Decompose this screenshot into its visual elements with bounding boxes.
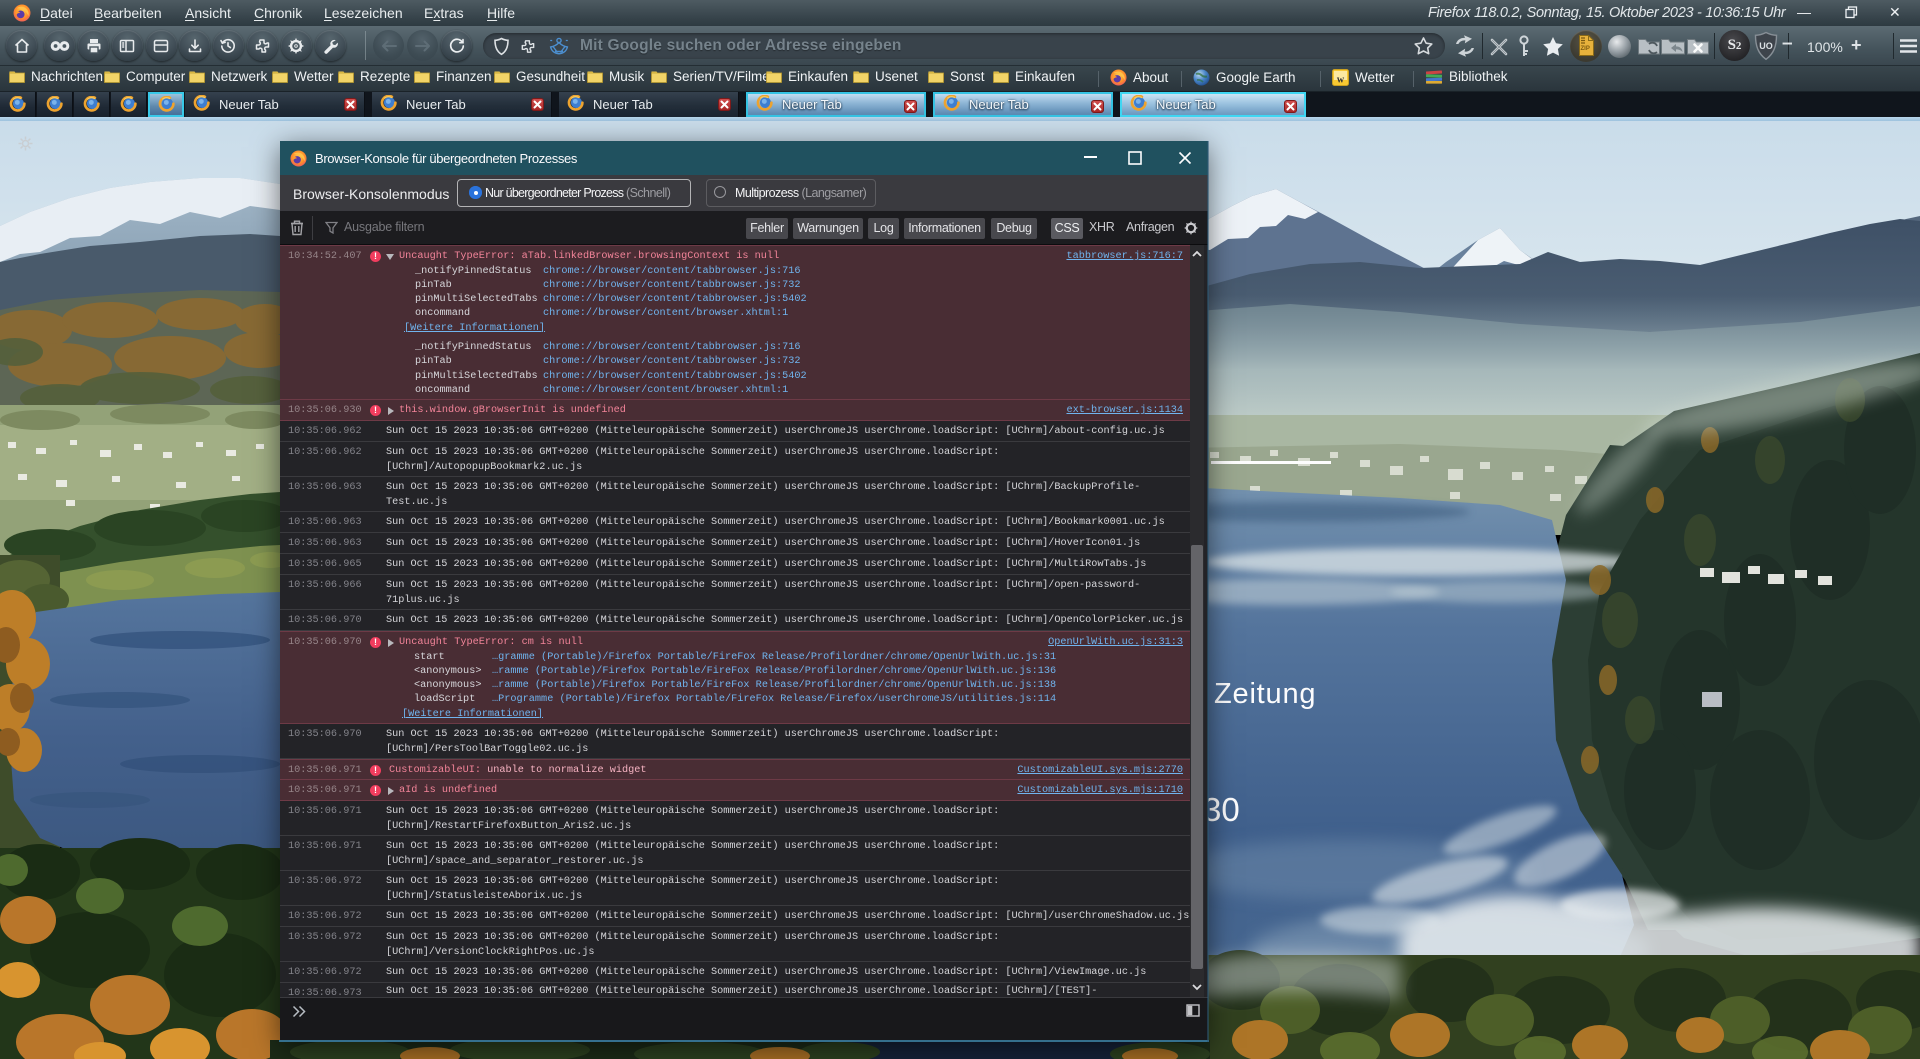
svg-text:ZIP: ZIP (1581, 46, 1590, 52)
svg-text:w: w (1337, 75, 1345, 86)
svg-text:UO: UO (1759, 41, 1773, 51)
